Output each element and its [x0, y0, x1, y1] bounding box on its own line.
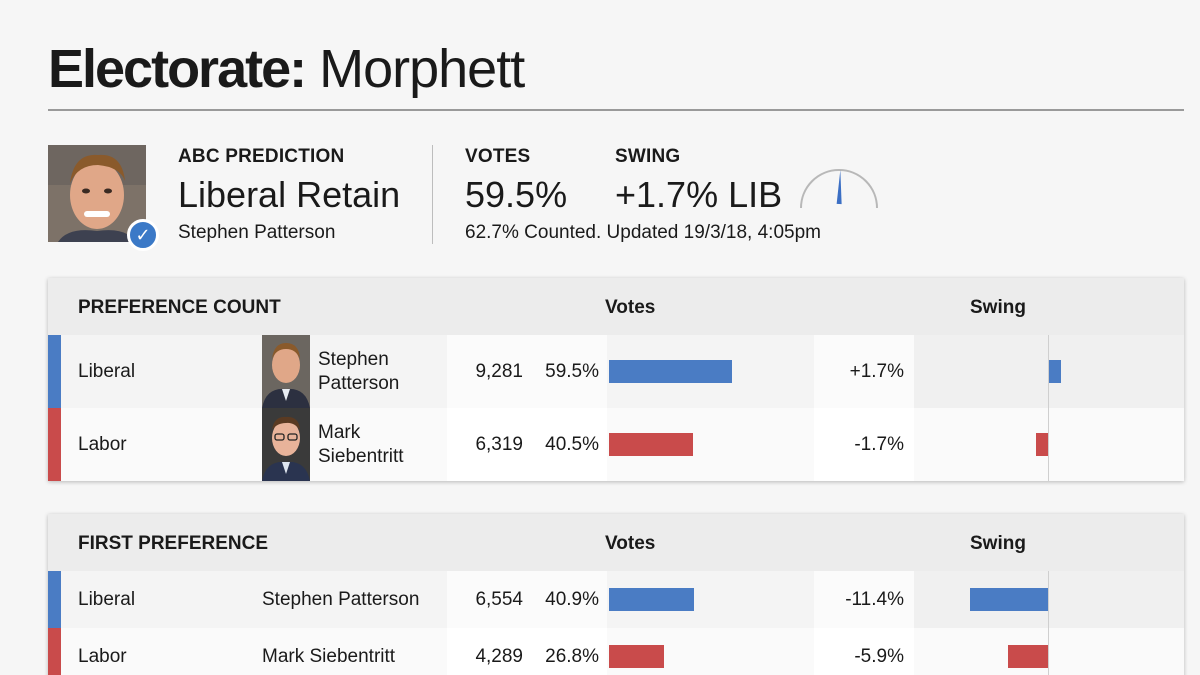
table-row: Liberal Stephen Patterson 6,554 40.9% -1…: [48, 571, 1184, 628]
swing-bar: [1049, 360, 1061, 383]
votes-column-header: Votes: [605, 533, 656, 554]
vote-count: 6,319: [475, 434, 523, 455]
party-name: Liberal: [78, 361, 136, 382]
votes-label: VOTES: [465, 146, 531, 167]
swing-label: SWING: [615, 146, 681, 167]
candidate-first-name: Stephen: [318, 349, 389, 370]
table-row: Liberal Stephen Patterson 9,281 59.5% +1…: [48, 335, 1184, 408]
swing-bar: [1007, 645, 1048, 668]
predicted-candidate: Stephen Patterson: [178, 222, 336, 243]
first-preference-header: FIRST PREFERENCE Votes Swing: [48, 514, 1184, 571]
vote-count: 4,289: [475, 646, 523, 667]
swing-column-header: Swing: [970, 297, 1026, 318]
vote-bar: [609, 433, 693, 456]
first-preference-title: FIRST PREFERENCE: [78, 533, 269, 554]
prediction-value: Liberal Retain: [178, 174, 401, 215]
vote-bar: [609, 360, 733, 383]
candidate-avatar: [262, 335, 310, 408]
page-title: Electorate: Morphett: [48, 38, 525, 100]
swing-bar: [1036, 433, 1048, 456]
candidate-name: Stephen Patterson: [318, 348, 399, 396]
vote-percent: 26.8%: [545, 646, 599, 667]
swing-percent: -1.7%: [854, 434, 904, 455]
checkmark-icon: ✓: [127, 219, 159, 251]
party-color-stripe: [48, 571, 61, 628]
swing-percent: +1.7%: [849, 361, 904, 382]
title-label: Electorate:: [48, 39, 307, 99]
candidate-last-name: Siebentritt: [318, 446, 404, 467]
vote-count: 6,554: [475, 589, 523, 610]
party-color-stripe: [48, 408, 61, 481]
vote-percent: 40.9%: [545, 589, 599, 610]
swing-bar: [970, 588, 1048, 611]
preference-count-table: PREFERENCE COUNT Votes Swing Liberal Ste…: [48, 278, 1184, 481]
candidate-last-name: Patterson: [318, 373, 400, 394]
candidate-avatar: [262, 408, 310, 481]
party-color-stripe: [48, 335, 61, 408]
preference-count-title: PREFERENCE COUNT: [78, 297, 281, 318]
votes-value: 59.5%: [465, 174, 568, 215]
swing-percent: -11.4%: [845, 589, 904, 610]
vote-percent: 40.5%: [545, 434, 599, 455]
vote-bar: [609, 645, 665, 668]
party-color-stripe: [48, 628, 61, 675]
summary-divider: [432, 145, 433, 244]
preference-count-header: PREFERENCE COUNT Votes Swing: [48, 278, 1184, 335]
table-row: Labor Mark Siebentritt 4,289 26.8% -5.9%: [48, 628, 1184, 675]
title-divider: [48, 109, 1184, 111]
party-name: Labor: [78, 434, 127, 455]
counted-status: 62.7% Counted. Updated 19/3/18, 4:05pm: [465, 222, 821, 243]
swing-column-header: Swing: [970, 533, 1026, 554]
prediction-label: ABC PREDICTION: [178, 146, 345, 167]
party-name: Liberal: [78, 589, 136, 610]
first-preference-table: FIRST PREFERENCE Votes Swing Liberal Ste…: [48, 514, 1184, 675]
candidate-first-name: Mark: [318, 422, 361, 443]
vote-bar: [609, 588, 694, 611]
swing-gauge-icon: [800, 169, 878, 209]
swing-value: +1.7% LIB: [615, 174, 783, 215]
votes-column-header: Votes: [605, 297, 656, 318]
candidate-name: Stephen Patterson: [262, 589, 420, 610]
candidate-name: Mark Siebentritt: [318, 421, 404, 469]
electorate-name: Morphett: [319, 39, 525, 99]
swing-percent: -5.9%: [854, 646, 904, 667]
vote-percent: 59.5%: [545, 361, 599, 382]
candidate-name: Mark Siebentritt: [262, 646, 396, 667]
vote-count: 9,281: [475, 361, 523, 382]
party-name: Labor: [78, 646, 127, 667]
table-row: Labor Mark Siebentritt 6,319 40.5% -1.7%: [48, 408, 1184, 481]
